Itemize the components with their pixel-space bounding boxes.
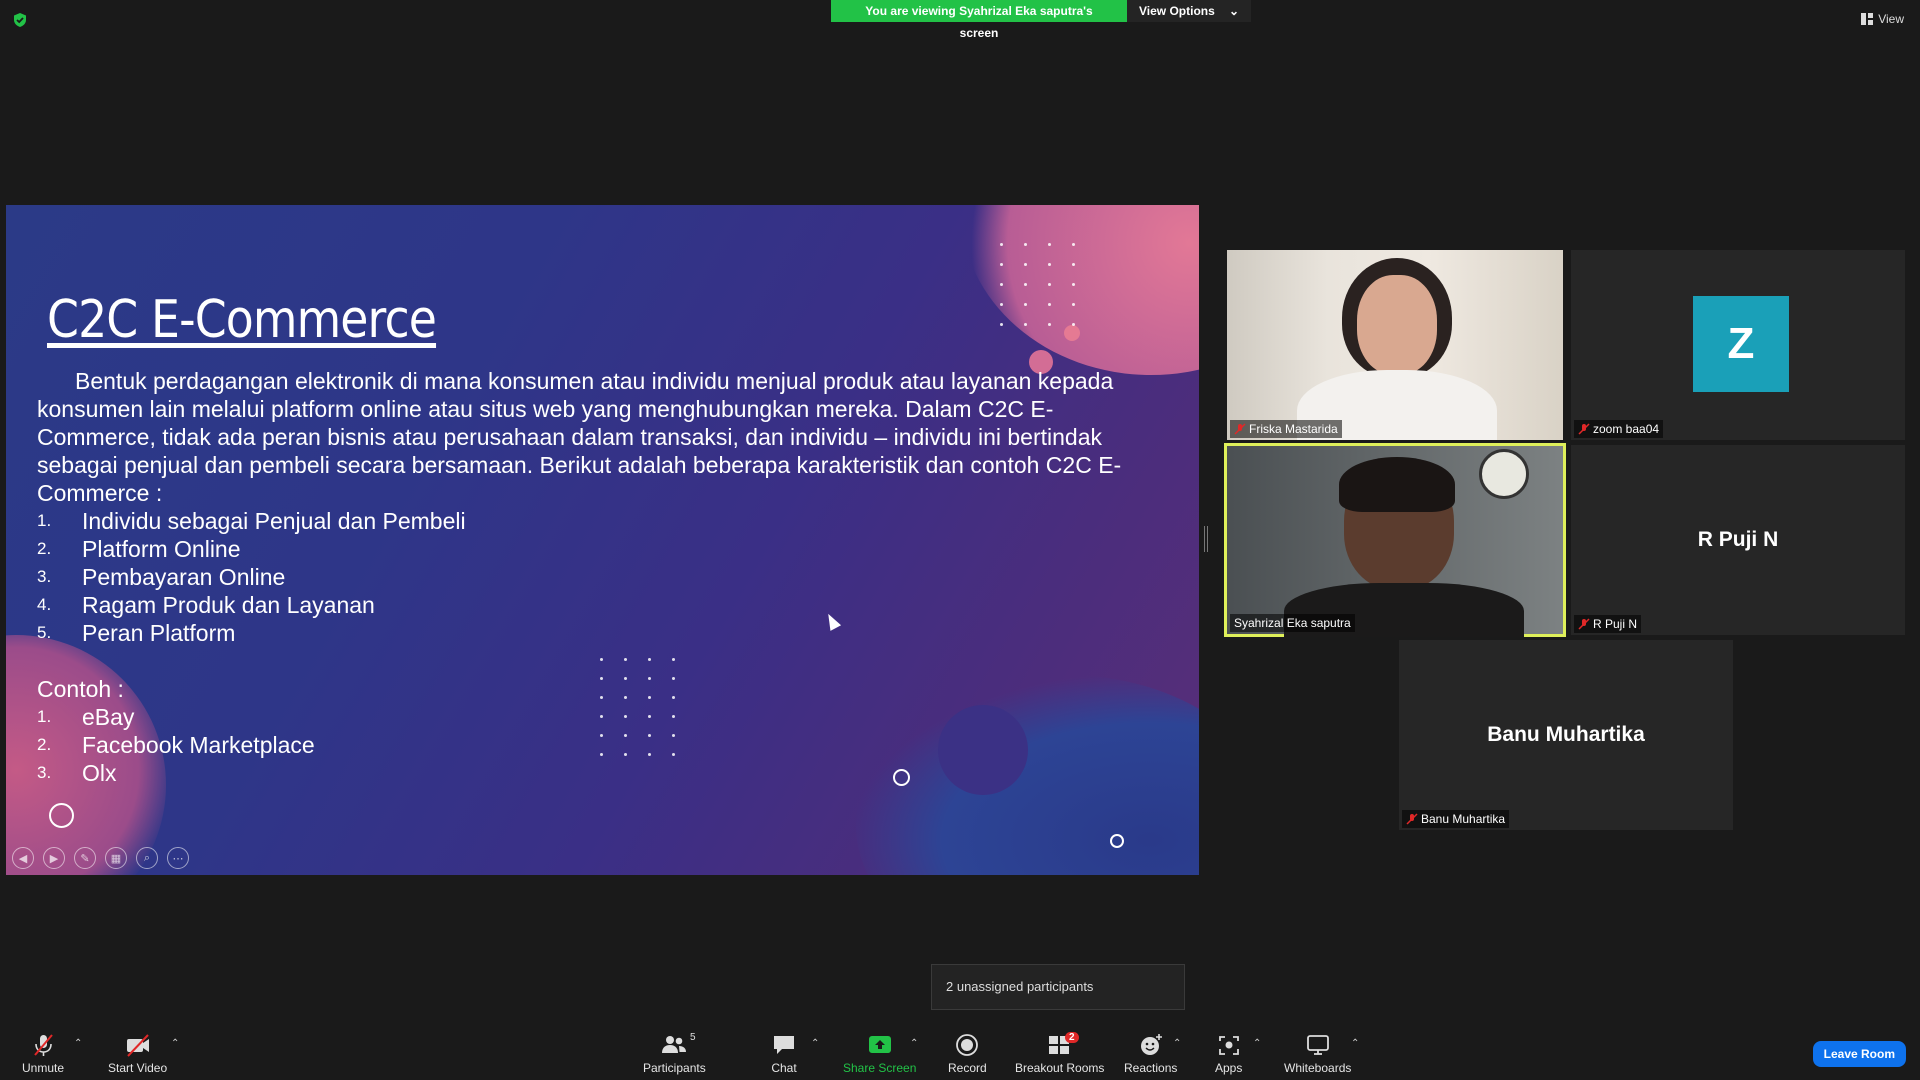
breakout-rooms-button[interactable]: Breakout Rooms bbox=[1015, 1032, 1104, 1075]
participant-video bbox=[1357, 275, 1437, 375]
participant-display-name: R Puji N bbox=[1697, 528, 1779, 551]
whiteboard-icon bbox=[1306, 1035, 1329, 1055]
video-off-icon bbox=[126, 1034, 149, 1057]
list-item: 4. Ragam Produk dan Layanan bbox=[37, 592, 375, 618]
mic-muted-icon bbox=[1406, 813, 1418, 825]
avatar: Z bbox=[1693, 296, 1789, 392]
list-item: 3. Pembayaran Online bbox=[37, 564, 286, 590]
list-item: 3. Olx bbox=[37, 760, 117, 786]
apps-options-chevron-icon[interactable]: ⌃ bbox=[1253, 1038, 1261, 1049]
decor-dots-top bbox=[1000, 243, 1075, 326]
apps-button[interactable]: Apps bbox=[1215, 1032, 1242, 1075]
leave-room-button[interactable]: Leave Room bbox=[1812, 1041, 1906, 1067]
slide-body: Bentuk perdagangan elektronik di mana ko… bbox=[37, 367, 1167, 787]
examples-list: 1. eBay 2. Facebook Marketplace 3. Olx bbox=[37, 703, 1167, 787]
whiteboards-button[interactable]: Whiteboards bbox=[1284, 1032, 1351, 1075]
whiteboards-options-chevron-icon[interactable]: ⌃ bbox=[1351, 1038, 1359, 1049]
unassigned-participants-tooltip: 2 unassigned participants bbox=[931, 964, 1185, 1010]
apps-icon bbox=[1218, 1036, 1239, 1055]
examples-heading: Contoh : bbox=[37, 676, 124, 702]
participant-name-tag: zoom baa04 bbox=[1574, 420, 1664, 438]
slide-controls: ◀ ▶ ✎ ▦ ⌕ ⋯ bbox=[12, 847, 189, 869]
mic-muted-icon bbox=[1578, 618, 1590, 630]
slide-intro: Bentuk perdagangan elektronik di mana ko… bbox=[37, 368, 1122, 506]
list-item: 2. Platform Online bbox=[37, 536, 241, 562]
decor-ring-left bbox=[49, 803, 74, 828]
pen-icon[interactable]: ✎ bbox=[74, 847, 96, 869]
zoom-icon[interactable]: ⌕ bbox=[136, 847, 158, 869]
participant-display-name: Banu Muhartika bbox=[1487, 723, 1645, 746]
previous-slide-icon[interactable]: ◀ bbox=[12, 847, 34, 869]
reactions-icon bbox=[1140, 1034, 1162, 1055]
video-tile-r-puji-n[interactable]: R Puji N R Puji N bbox=[1571, 445, 1905, 635]
participant-name-tag: Syahrizal Eka saputra bbox=[1230, 614, 1355, 632]
participant-video bbox=[1339, 457, 1455, 512]
view-options-button[interactable]: View Options ⌄ bbox=[1127, 0, 1251, 22]
security-shield-icon[interactable] bbox=[12, 12, 28, 28]
mic-muted-icon bbox=[34, 1034, 53, 1056]
unmute-button[interactable]: Unmute bbox=[22, 1032, 64, 1075]
share-options-chevron-icon[interactable]: ⌃ bbox=[910, 1038, 918, 1049]
participant-name-tag: Banu Muhartika bbox=[1402, 810, 1510, 828]
participant-name-tag: R Puji N bbox=[1574, 615, 1642, 633]
video-options-chevron-icon[interactable]: ⌃ bbox=[171, 1038, 179, 1049]
list-item: 2. Facebook Marketplace bbox=[37, 732, 315, 758]
chevron-down-icon: ⌄ bbox=[1228, 4, 1239, 18]
wall-clock bbox=[1479, 449, 1529, 499]
record-button[interactable]: Record bbox=[948, 1032, 987, 1075]
participants-icon bbox=[662, 1036, 687, 1053]
next-slide-icon[interactable]: ▶ bbox=[43, 847, 65, 869]
grid-view-icon bbox=[1861, 13, 1874, 25]
participant-name-tag: Friska Mastarida bbox=[1230, 420, 1342, 438]
start-video-button[interactable]: Start Video bbox=[108, 1032, 167, 1075]
share-screen-icon bbox=[868, 1036, 891, 1053]
view-label: View bbox=[1878, 12, 1904, 26]
slides-grid-icon[interactable]: ▦ bbox=[105, 847, 127, 869]
panel-resize-handle[interactable] bbox=[1204, 526, 1208, 552]
mic-muted-icon bbox=[1234, 423, 1246, 435]
chat-button[interactable]: Chat bbox=[771, 1032, 797, 1075]
video-tile-syahrizal[interactable]: Syahrizal Eka saputra bbox=[1224, 443, 1566, 637]
chat-icon bbox=[774, 1036, 794, 1054]
mic-muted-icon bbox=[1578, 423, 1590, 435]
participants-count: 5 bbox=[690, 1032, 696, 1043]
video-tile-friska[interactable]: Friska Mastarida bbox=[1227, 250, 1563, 440]
audio-options-chevron-icon[interactable]: ⌃ bbox=[74, 1038, 82, 1049]
decor-blob-topright bbox=[961, 205, 1199, 375]
view-button[interactable]: View bbox=[1861, 12, 1904, 26]
viewing-screen-banner: You are viewing Syahrizal Eka saputra's … bbox=[831, 0, 1127, 40]
record-icon bbox=[956, 1034, 979, 1056]
reactions-button[interactable]: Reactions bbox=[1124, 1032, 1177, 1075]
slide-title: C2C E-Commerce bbox=[47, 290, 437, 350]
view-options-label: View Options bbox=[1139, 4, 1215, 18]
share-screen-button[interactable]: Share Screen bbox=[843, 1032, 916, 1075]
reactions-options-chevron-icon[interactable]: ⌃ bbox=[1173, 1038, 1181, 1049]
meeting-toolbar: Unmute ⌃ Start Video ⌃ Participants 5 Ch… bbox=[0, 1012, 1920, 1080]
video-tile-banu-muhartika[interactable]: Banu Muhartika Banu Muhartika bbox=[1399, 640, 1733, 830]
list-item: 5. Peran Platform bbox=[37, 620, 236, 646]
breakout-rooms-badge: 2 bbox=[1065, 1032, 1079, 1043]
chat-options-chevron-icon[interactable]: ⌃ bbox=[811, 1038, 819, 1049]
list-item: 1. Individu sebagai Penjual dan Pembeli bbox=[37, 508, 466, 534]
decor-circle-pink-2 bbox=[1064, 325, 1080, 341]
decor-ring-right bbox=[1110, 834, 1124, 848]
more-options-icon[interactable]: ⋯ bbox=[167, 847, 189, 869]
participants-button[interactable]: Participants bbox=[643, 1032, 706, 1075]
characteristics-list: 1. Individu sebagai Penjual dan Pembeli 2… bbox=[37, 507, 1167, 647]
video-tile-zoom-baa04[interactable]: Z zoom baa04 bbox=[1571, 250, 1905, 440]
shared-screen[interactable]: C2C E-Commerce Bentuk perdagangan elektr… bbox=[6, 205, 1199, 875]
list-item: 1. eBay bbox=[37, 704, 135, 730]
